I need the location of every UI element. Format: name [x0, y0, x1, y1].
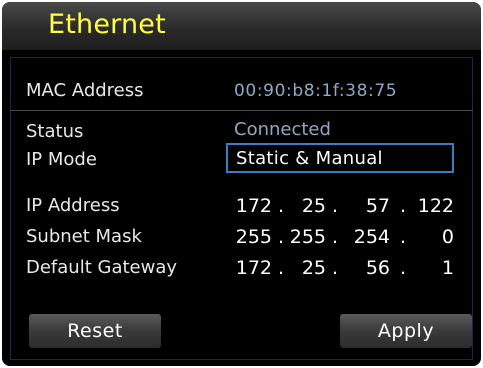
ethernet-settings-screen: Ethernet MAC Address 00:90:b8:1f:38:75 S… [2, 2, 481, 366]
octet-separator: . [399, 257, 407, 279]
divider [10, 110, 473, 111]
subnet-mask-field[interactable]: 255 . 255 . 254 . 0 [234, 226, 456, 252]
default-gateway-octet-4[interactable]: 1 [416, 257, 454, 279]
ip-address-field[interactable]: 172 . 25 . 57 . 122 [234, 195, 456, 221]
subnet-mask-octet-3[interactable]: 254 [352, 226, 390, 248]
ip-address-octet-1[interactable]: 172 [234, 195, 272, 217]
title-bar: Ethernet [2, 2, 481, 50]
octet-separator: . [277, 257, 285, 279]
ip-address-label: IP Address [26, 195, 120, 216]
mac-address-value: 00:90:b8:1f:38:75 [234, 81, 398, 101]
default-gateway-field[interactable]: 172 . 25 . 56 . 1 [234, 257, 456, 283]
octet-separator: . [331, 226, 339, 248]
subnet-mask-octet-1[interactable]: 255 [234, 226, 272, 248]
subnet-mask-label: Subnet Mask [26, 226, 142, 247]
octet-separator: . [399, 226, 407, 248]
subnet-mask-octet-2[interactable]: 255 [288, 226, 326, 248]
status-value: Connected [234, 119, 331, 140]
default-gateway-octet-3[interactable]: 56 [352, 257, 390, 279]
ip-mode-label: IP Mode [26, 149, 97, 170]
octet-separator: . [399, 195, 407, 217]
default-gateway-octet-2[interactable]: 25 [288, 257, 326, 279]
reset-button[interactable]: Reset [29, 314, 161, 348]
octet-separator: . [331, 195, 339, 217]
default-gateway-octet-1[interactable]: 172 [234, 257, 272, 279]
octet-separator: . [277, 195, 285, 217]
apply-button[interactable]: Apply [340, 314, 472, 348]
page-title: Ethernet [48, 9, 166, 40]
subnet-mask-octet-4[interactable]: 0 [416, 226, 454, 248]
octet-separator: . [277, 226, 285, 248]
octet-separator: . [331, 257, 339, 279]
status-label: Status [26, 121, 84, 142]
ip-address-octet-2[interactable]: 25 [288, 195, 326, 217]
ip-address-octet-3[interactable]: 57 [352, 195, 390, 217]
ip-address-octet-4[interactable]: 122 [416, 195, 454, 217]
ip-mode-value: Static & Manual [236, 148, 383, 169]
default-gateway-label: Default Gateway [26, 257, 178, 278]
mac-address-label: MAC Address [26, 80, 144, 101]
ip-mode-select[interactable]: Static & Manual [226, 143, 454, 173]
